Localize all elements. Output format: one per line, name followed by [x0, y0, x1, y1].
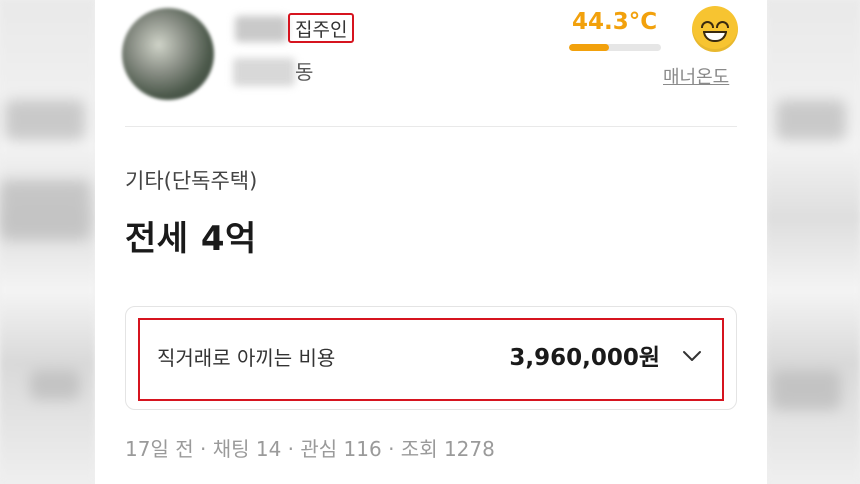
savings-amount: 3,960,000원 [509, 345, 660, 371]
listing-meta: 17일 전 · 채팅 14 · 관심 116 · 조회 1278 [125, 433, 495, 465]
savings-label: 직거래로 아끼는 비용 [157, 346, 336, 370]
location-suffix: 동 [295, 60, 314, 84]
screenshot-stage: 집주인 동 44.3°C 매너온도 기타(단독주택) 전세 4억 직거래로 아끼… [0, 0, 860, 484]
location-blurred [233, 58, 295, 86]
meta-separator: · [193, 437, 213, 461]
manner-temperature: 44.3°C [572, 9, 658, 35]
meta-chat-count: 채팅 14 [212, 437, 282, 461]
blurred-background-right [766, 0, 860, 484]
avatar[interactable] [122, 8, 214, 100]
manner-temperature-fill [569, 44, 610, 51]
listing-category: 기타(단독주택) [125, 169, 258, 193]
meta-interest-count: 관심 116 [300, 437, 382, 461]
meta-separator: · [381, 437, 401, 461]
manner-temperature-bar [569, 44, 661, 51]
chevron-down-icon[interactable] [680, 344, 704, 368]
smiley-left-eye [701, 21, 714, 28]
listing-card: 집주인 동 44.3°C 매너온도 기타(단독주택) 전세 4억 직거래로 아끼… [95, 0, 767, 484]
meta-separator: · [281, 437, 301, 461]
blurred-background-left [0, 0, 95, 484]
nickname-blurred [235, 16, 287, 42]
smiley-right-eye [716, 21, 729, 28]
role-badge: 집주인 [288, 13, 355, 43]
listing-price-title: 전세 4억 [125, 219, 257, 259]
smiley-mouth [703, 31, 727, 42]
profile-divider [125, 126, 737, 127]
smiley-face-icon [692, 6, 738, 52]
meta-view-count: 조회 1278 [400, 437, 495, 461]
meta-age: 17일 전 [125, 437, 194, 461]
manner-temperature-link[interactable]: 매너온도 [663, 66, 729, 90]
